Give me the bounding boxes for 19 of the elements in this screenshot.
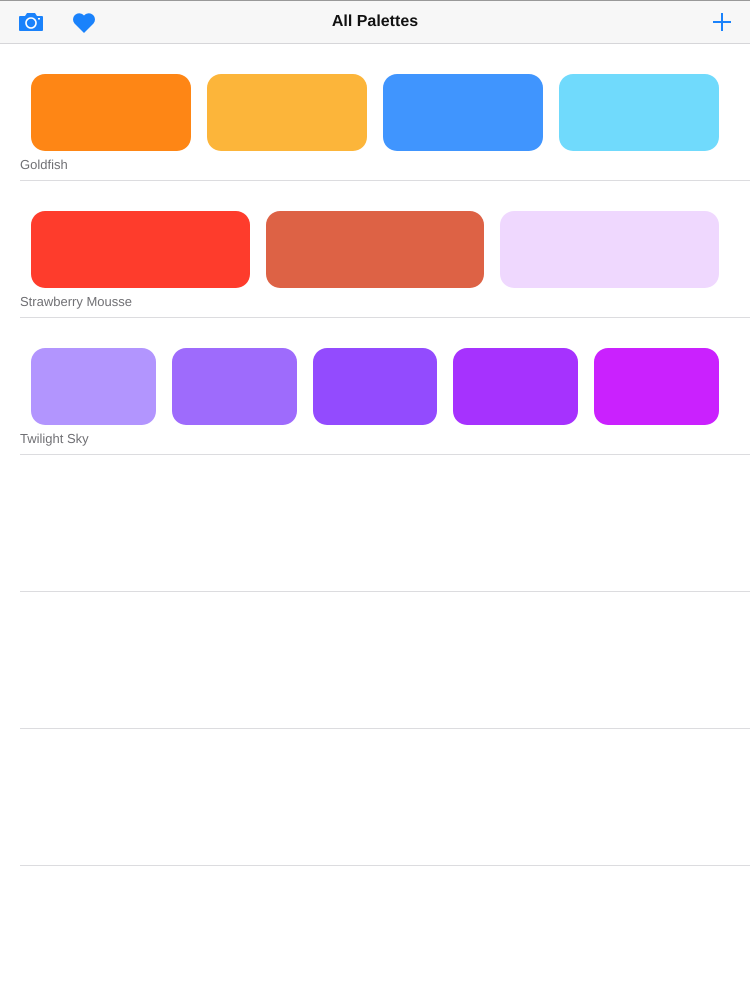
color-swatch[interactable] — [31, 74, 191, 151]
palette-name: Goldfish — [20, 157, 68, 172]
camera-icon[interactable] — [18, 12, 44, 32]
color-swatch[interactable] — [559, 74, 719, 151]
add-icon[interactable] — [712, 12, 732, 32]
color-swatch[interactable] — [594, 348, 719, 425]
color-swatch[interactable] — [383, 74, 543, 151]
color-swatch[interactable] — [31, 348, 156, 425]
color-swatch[interactable] — [31, 211, 250, 288]
heart-icon[interactable] — [72, 12, 96, 32]
color-swatch[interactable] — [312, 348, 438, 425]
palette-name: Twilight Sky — [20, 431, 89, 446]
nav-title: All Palettes — [332, 13, 418, 30]
palette-name: Strawberry Mousse — [20, 294, 132, 309]
color-swatch[interactable] — [266, 211, 484, 288]
color-swatch[interactable] — [172, 348, 297, 425]
color-swatch[interactable] — [207, 74, 367, 151]
color-swatch[interactable] — [453, 348, 578, 425]
color-swatch[interactable] — [500, 211, 720, 288]
